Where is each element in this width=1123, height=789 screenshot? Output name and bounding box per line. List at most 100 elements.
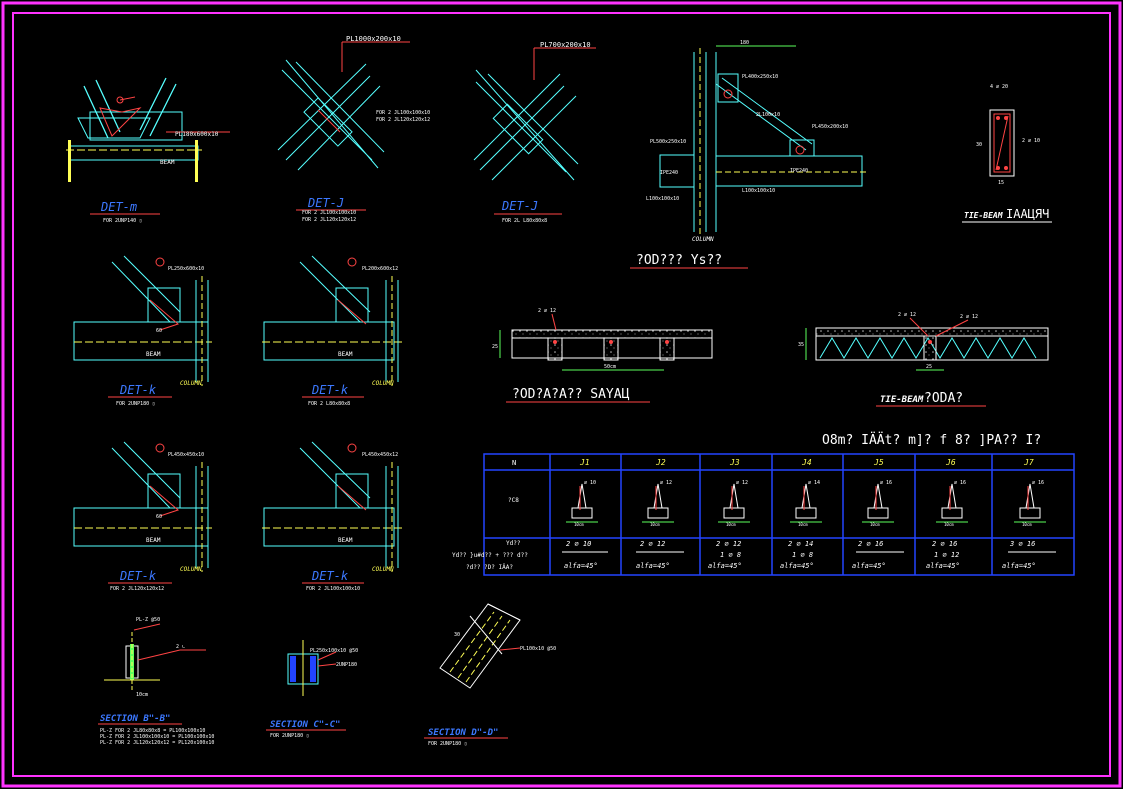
column-p4: L100x100x10	[742, 188, 775, 194]
detail-det-k1: PL250x600x10 60 BEAM COLUMN DET-k FOR 2U…	[73, 255, 212, 407]
detail-slab-1: 50cm 25 2 ∅ 12 ?OD?A?A?? SAYAЦ	[492, 308, 713, 403]
det-k1-column: COLUMN	[180, 380, 202, 387]
sec-d-plate: PL100x10 @50	[520, 646, 556, 652]
col-angle: alfa=45°	[564, 562, 598, 570]
tie-d1: 30	[976, 142, 982, 148]
col-bar-label: ∅ 16	[880, 480, 892, 486]
column-caption: ?OD??? Ys??	[636, 253, 722, 268]
col-bar-label: ∅ 12	[660, 480, 672, 486]
slab2-bars1: 2 ∅ 12	[898, 312, 916, 318]
det-j1-side2: FOR 2 JL120x120x12	[376, 117, 430, 123]
det-j2-note: FOR 2L L80x80x8	[502, 218, 547, 224]
sec-b-note3: PL-Z FOR 2 JL120x120x12 = PL120x100x10	[100, 740, 214, 746]
det-j2-plate: PL700x200x10	[540, 41, 591, 49]
column-p7: IPE240	[790, 168, 808, 174]
col-long-bar: 2 ∅ 14	[788, 540, 813, 548]
detail-tie-beam: 4 ∅ 20 2 ∅ 10 30 15 TIE-BEAM IAAЦЯЧ	[962, 84, 1052, 223]
slab1-caption: ?OD?A?A?? SAYAЦ	[512, 387, 630, 402]
column-brace: 2L100x10	[756, 112, 780, 118]
col-stirrup: 1 ∅ 12	[934, 551, 959, 559]
det-m-title: DET-m	[100, 200, 137, 214]
table-row-label-1: Yd??	[506, 540, 521, 547]
table-col-j4: J4 ∅ 14 10cm 2 ∅ 14 1 ∅ 8 alfa=45°	[780, 458, 822, 570]
det-j1-note1: FOR 2 JL100x100x10	[302, 210, 356, 216]
table-row-label-3: ?d?? ?D? IÄA?	[466, 564, 513, 571]
sec-c-note: FOR 2UNP180 ▯	[270, 733, 309, 739]
column-p8: L100x100x10	[646, 196, 679, 202]
detail-det-k4: PL450x450x12 BEAM COLUMN DET-k FOR 2 JL1…	[262, 441, 402, 592]
det-j2-title: DET-J	[501, 199, 538, 213]
col-angle: alfa=45°	[780, 562, 814, 570]
detail-det-k3: PL450x450x10 60 BEAM COLUMN DET-k FOR 2 …	[73, 441, 212, 592]
sec-d-title: SECTION D"-D"	[428, 728, 498, 738]
col-dim: 10cm	[650, 522, 660, 527]
det-j1-note2: FOR 2 JL120x120x12	[302, 217, 356, 223]
tie-title: TIE-BEAM	[964, 211, 1004, 220]
col-angle: alfa=45°	[1002, 562, 1036, 570]
detail-det-k2: PL200x600x12 BEAM COLUMN DET-k FOR 2 L80…	[262, 255, 402, 407]
col-long-bar: 2 ∅ 12	[640, 540, 665, 548]
detail-det-j1: PL1000x200x10 FOR 2 JL100x100x10 FOR 2 J…	[277, 35, 430, 223]
col-bar-label: ∅ 16	[1032, 480, 1044, 486]
column-title: COLUMN	[692, 236, 714, 243]
det-k4-column: COLUMN	[372, 566, 394, 573]
det-k2-column: COLUMN	[372, 380, 394, 387]
det-k2-plate: PL200x600x12	[362, 266, 398, 272]
sec-d-note: FOR 2UNP180 ▯	[428, 741, 467, 747]
sec-d-dim: 30	[454, 632, 460, 638]
col-angle: alfa=45°	[636, 562, 670, 570]
section-c: PL250x100x10 @50 2UNP180 SECTION C"-C" F…	[266, 640, 358, 739]
col-stirrup: 1 ∅ 8	[792, 551, 813, 559]
slab1-bars: 2 ∅ 12	[538, 308, 556, 314]
tie-d2: 15	[998, 180, 1004, 186]
det-k1-d1: 60	[156, 328, 162, 334]
col-long-bar: 2 ∅ 16	[858, 540, 883, 548]
slab2-caption: ?ODA?	[924, 391, 963, 406]
column-p6: IPE240	[660, 170, 678, 176]
column-p1: PL400x250x10	[742, 74, 778, 80]
det-k3-beam: BEAM	[146, 537, 161, 544]
col-bar-label: ∅ 12	[736, 480, 748, 486]
col-angle: alfa=45°	[926, 562, 960, 570]
table-col-j2: J2 ∅ 12 10cm 2 ∅ 12 alfa=45°	[636, 458, 684, 570]
reinforcement-table: N ?C8 Yd?? Yd?? }u#d?? + ??? d?? ?d?? ?D…	[452, 453, 1075, 576]
col-header: J1	[579, 458, 590, 467]
table-header-label: N	[512, 459, 516, 467]
col-bar-label: ∅ 10	[584, 480, 596, 486]
column-p3: PL500x250x10	[650, 139, 686, 145]
det-m-note: FOR 2UNP140 ▯	[103, 218, 142, 224]
det-k1-beam: BEAM	[146, 351, 161, 358]
det-k4-plate: PL450x450x12	[362, 452, 398, 458]
col-dim: 10cm	[798, 522, 808, 527]
col-bar-label: ∅ 16	[954, 480, 966, 486]
tie-top: 4 ∅ 20	[990, 84, 1008, 90]
table-row-label-2: Yd?? }u#d?? + ??? d??	[452, 552, 528, 559]
det-k3-note: FOR 2 JL120x120x12	[110, 586, 164, 592]
det-m-beam: BEAM	[160, 159, 175, 166]
col-stirrup: 1 ∅ 8	[720, 551, 741, 559]
det-k3-d1: 60	[156, 514, 162, 520]
col-angle: alfa=45°	[708, 562, 742, 570]
col-header: J6	[945, 458, 956, 467]
cad-drawing: PL180x600x10 BEAM DET-m FOR 2UNP140 ▯ PL…	[1, 1, 1122, 788]
det-m-plate: PL180x600x10	[175, 131, 219, 138]
column-p2: PL450x200x10	[812, 124, 848, 130]
col-dim: 10cm	[1022, 522, 1032, 527]
table-title: O8m? IÄÄt? m]? f 8? ]PA?? I?	[822, 432, 1041, 448]
slab2-tie: TIE-BEAM	[880, 395, 924, 405]
det-k1-title: DET-k	[119, 383, 157, 397]
detail-det-j2: PL700x200x10 DET-J FOR 2L L80x80x8	[473, 41, 596, 224]
slab1-dim: 50cm	[604, 364, 616, 370]
sec-c-plate: PL250x100x10 @50	[310, 648, 358, 654]
col-dim: 10cm	[870, 522, 880, 527]
det-k4-note: FOR 2 JL100x100x10	[306, 586, 360, 592]
det-k1-plate: PL250x600x10	[168, 266, 204, 272]
tie-caption: IAAЦЯЧ	[1006, 207, 1049, 221]
section-b: PL-Z @50 2 ∟ 10cm SECTION B"-B" PL-Z FOR…	[98, 617, 214, 746]
det-k1-note: FOR 2UNP180 ▯	[116, 401, 155, 407]
sec-b-dim: 10cm	[136, 692, 148, 698]
table-col-j6: J6 ∅ 16 10cm 2 ∅ 16 1 ∅ 12 alfa=45°	[926, 458, 968, 570]
sec-c-title: SECTION C"-C"	[270, 720, 340, 730]
table-col-j1: J1 ∅ 10 10cm 2 ∅ 10 alfa=45°	[562, 458, 608, 570]
det-k3-title: DET-k	[119, 569, 157, 583]
